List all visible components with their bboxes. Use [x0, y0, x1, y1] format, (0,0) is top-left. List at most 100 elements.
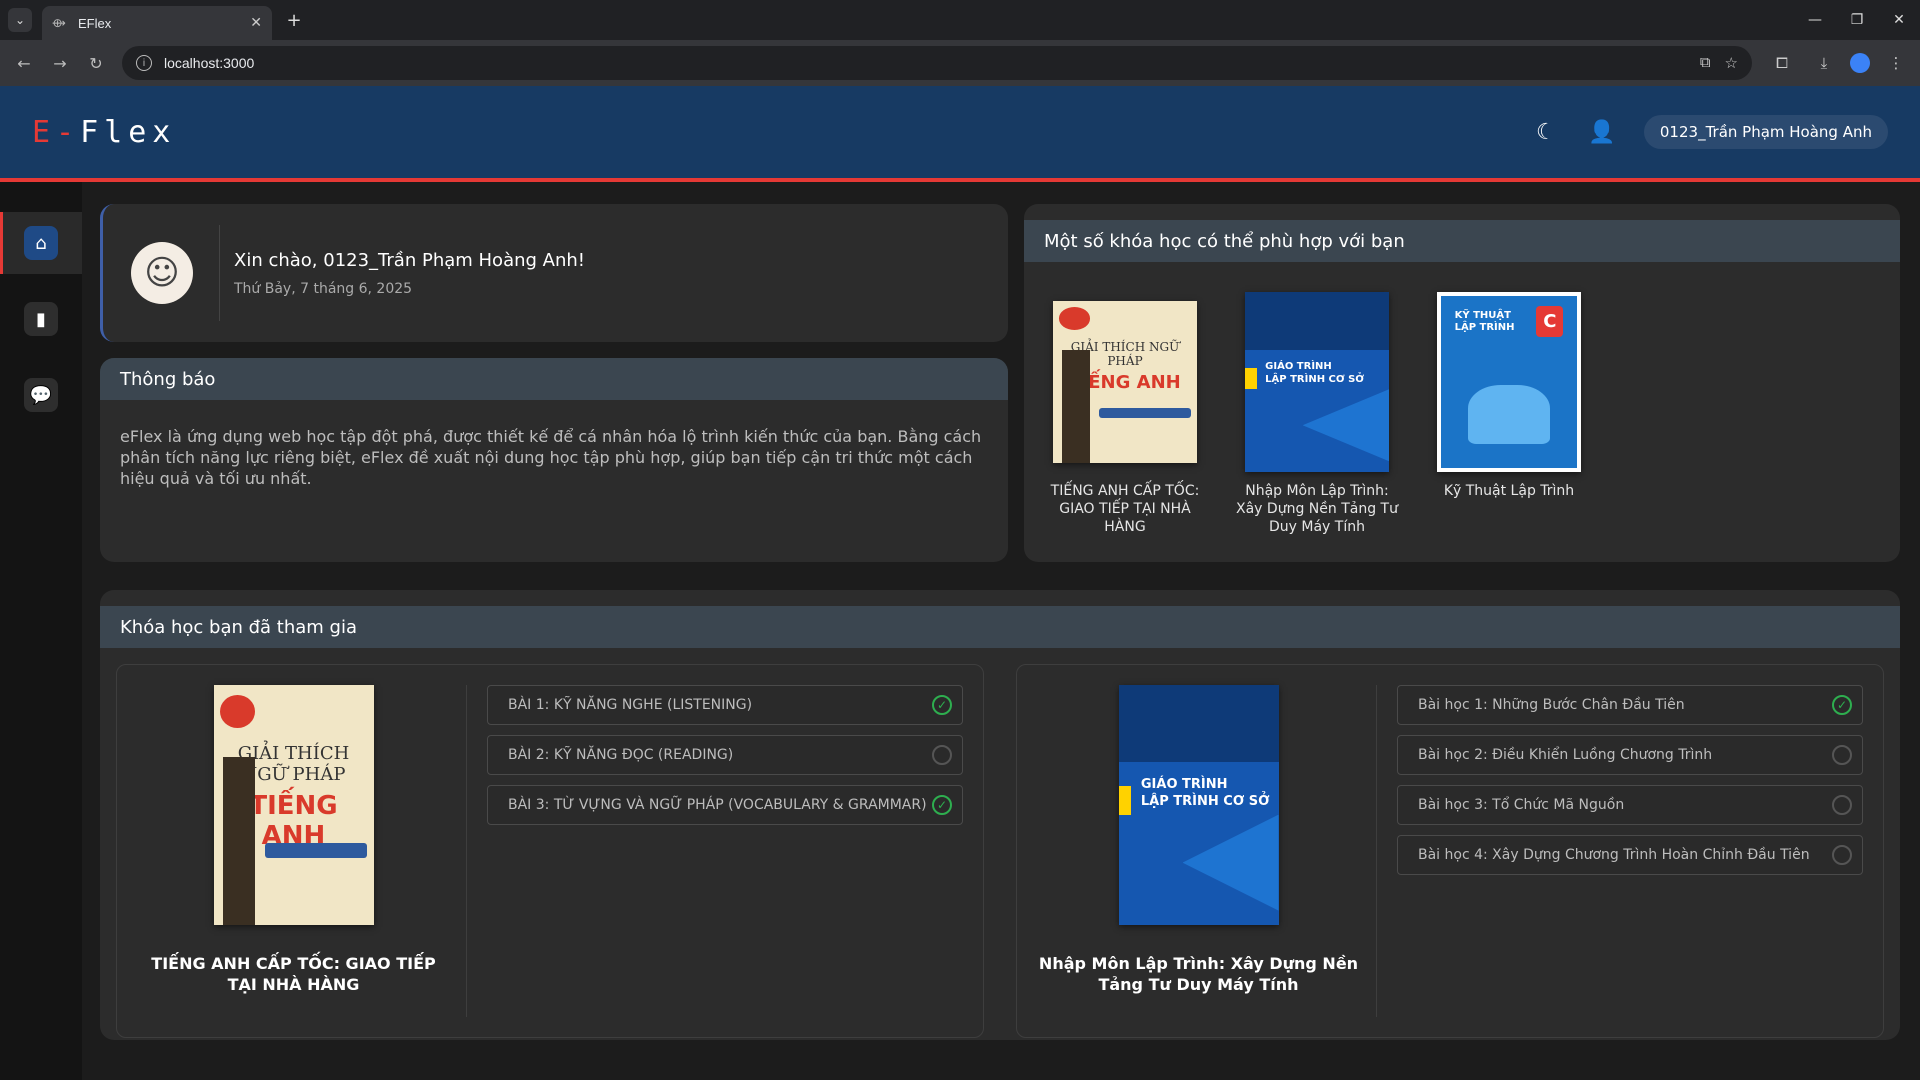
app-header: E-Flex ☾ 👤 0123_Trần Phạm Hoàng Anh — [0, 86, 1920, 182]
lesson-title: BÀI 3: TỪ VỰNG VÀ NGỮ PHÁP (VOCABULARY &… — [508, 797, 927, 813]
download-icon[interactable]: ⤓ — [1808, 47, 1840, 79]
sidebar-item-home[interactable]: ⌂ — [0, 212, 82, 274]
main-content: ☺ Xin chào, 0123_Trần Phạm Hoàng Anh! Th… — [82, 182, 1920, 1080]
chat-icon: 💬 — [24, 378, 58, 412]
cover-title-line1: GIÁO TRÌNH — [1265, 361, 1332, 373]
badge-shape — [219, 694, 256, 729]
cover-top-band — [1245, 292, 1389, 350]
favicon-icon: ⟴ — [52, 16, 66, 30]
bookmark-star-icon[interactable]: ☆ — [1725, 54, 1738, 72]
app-logo[interactable]: E-Flex — [32, 115, 176, 150]
band-shape — [264, 843, 368, 858]
lesson-item[interactable]: BÀI 2: KỸ NĂNG ĐỌC (READING) — [487, 735, 963, 775]
lesson-item[interactable]: BÀI 1: KỸ NĂNG NGHE (LISTENING) ✓ — [487, 685, 963, 725]
tab-title: EFlex — [78, 15, 112, 31]
book-cover-image: KỸ THUẬT LẬP TRÌNH C — [1437, 292, 1581, 472]
course-summary[interactable]: GIẢI THÍCH NGỮ PHÁP TIẾNG ANH TIẾNG ANH … — [137, 685, 467, 1017]
url-text: localhost:3000 — [164, 55, 255, 71]
date-text: Thứ Bảy, 7 tháng 6, 2025 — [234, 280, 413, 297]
browser-toolbar: ← → ↻ i localhost:3000 ⧉ ☆ ⧠ ⤓ ⋮ — [0, 40, 1920, 86]
new-tab-button[interactable]: + — [282, 8, 306, 32]
badge-shape — [1058, 307, 1091, 331]
lesson-item[interactable]: BÀI 3: TỪ VỰNG VÀ NGỮ PHÁP (VOCABULARY &… — [487, 785, 963, 825]
close-window-icon[interactable]: ✕ — [1878, 0, 1920, 40]
cover-title: GIÁO TRÌNH LẬP TRÌNH CƠ SỞ — [1141, 776, 1270, 810]
cover-title-line1: GIÁO TRÌNH — [1140, 777, 1228, 793]
greeting-text: Xin chào, 0123_Trần Phạm Hoàng Anh! — [234, 249, 585, 271]
sidebar: ⌂ ▮ 💬 — [0, 182, 82, 1080]
browser-tab[interactable]: ⟴ EFlex ✕ — [42, 6, 272, 40]
tab-search-button[interactable]: ⌄ — [8, 8, 32, 32]
recommend-course-label: Kỹ Thuật Lập Trình — [1443, 483, 1575, 499]
joined-courses-card: Khóa học bạn đã tham gia GIẢI THÍCH NGỮ … — [100, 590, 1900, 1040]
divider — [219, 225, 220, 321]
tower-shape — [1061, 349, 1091, 463]
lesson-title: Bài học 3: Tổ Chức Mã Nguồn — [1418, 797, 1625, 813]
lesson-title: BÀI 1: KỸ NĂNG NGHE (LISTENING) — [508, 697, 753, 713]
book-cover-image: GIẢI THÍCH NGỮ PHÁP TIẾNG ANH — [213, 685, 374, 925]
recommend-course-programming[interactable]: GIÁO TRÌNH LẬP TRÌNH CƠ SỞ Nhập Môn Lập T… — [1236, 290, 1398, 536]
lesson-item[interactable]: Bài học 3: Tổ Chức Mã Nguồn — [1397, 785, 1863, 825]
lesson-title: BÀI 2: KỸ NĂNG ĐỌC (READING) — [508, 747, 734, 763]
c-logo-icon: C — [1536, 306, 1564, 338]
restore-icon[interactable]: ❐ — [1836, 0, 1878, 40]
robot-shape — [1468, 385, 1550, 444]
c-logo-letter: C — [1543, 311, 1557, 333]
close-tab-icon[interactable]: ✕ — [250, 15, 262, 31]
username-button[interactable]: 0123_Trần Phạm Hoàng Anh — [1643, 115, 1888, 149]
user-icon[interactable]: 👤 — [1588, 118, 1616, 146]
forward-icon[interactable]: → — [44, 47, 76, 79]
address-bar[interactable]: i localhost:3000 ⧉ ☆ — [122, 46, 1752, 80]
logo-prefix: E- — [32, 114, 81, 150]
empty-circle-icon — [932, 745, 952, 765]
lesson-item[interactable]: Bài học 1: Những Bước Chân Đầu Tiên ✓ — [1397, 685, 1863, 725]
lesson-list: Bài học 1: Những Bước Chân Đầu Tiên ✓ Bà… — [1377, 685, 1863, 1017]
recommend-course-english[interactable]: GIẢI THÍCH NGỮ PHÁP TIẾNG ANH TIẾNG ANH … — [1044, 290, 1206, 536]
reload-icon[interactable]: ↻ — [80, 47, 112, 79]
recommend-title: Một số khóa học có thể phù hợp với bạn — [1024, 220, 1900, 262]
notice-body: eFlex là ứng dụng web học tập đột phá, đ… — [120, 427, 982, 488]
book-icon: ▮ — [24, 302, 58, 336]
profile-avatar-icon[interactable] — [1850, 53, 1870, 73]
lesson-item[interactable]: Bài học 2: Điều Khiển Luồng Chương Trình — [1397, 735, 1863, 775]
home-icon: ⌂ — [24, 226, 58, 260]
back-icon[interactable]: ← — [8, 47, 40, 79]
avatar: ☺ — [131, 242, 193, 304]
lesson-title: Bài học 4: Xây Dựng Chương Trình Hoàn Ch… — [1418, 847, 1810, 863]
notice-title: Thông báo — [100, 358, 1008, 400]
joined-course-card: GIÁO TRÌNH LẬP TRÌNH CƠ SỞ Nhập Môn Lập T… — [1016, 664, 1884, 1038]
cover-title-line1: KỸ THUẬT — [1454, 309, 1511, 321]
course-title: Nhập Môn Lập Trình: Xây Dựng Nền Tảng Tư… — [1038, 954, 1359, 994]
sidebar-item-chat[interactable]: 💬 — [0, 364, 82, 426]
more-menu-icon[interactable]: ⋮ — [1880, 47, 1912, 79]
cover-triangle — [1182, 814, 1279, 911]
lesson-item[interactable]: Bài học 4: Xây Dựng Chương Trình Hoàn Ch… — [1397, 835, 1863, 875]
check-circle-icon: ✓ — [932, 795, 952, 815]
recommend-course-kythuat[interactable]: KỸ THUẬT LẬP TRÌNH C Kỹ Thuật Lập Trình — [1428, 290, 1590, 536]
translate-icon[interactable]: ⧉ — [1700, 54, 1711, 72]
lesson-list: BÀI 1: KỸ NĂNG NGHE (LISTENING) ✓ BÀI 2:… — [467, 685, 963, 1017]
lesson-title: Bài học 1: Những Bước Chân Đầu Tiên — [1418, 697, 1685, 713]
sidebar-item-courses[interactable]: ▮ — [0, 288, 82, 350]
cover-title-line2: LẬP TRÌNH CƠ SỞ — [1140, 794, 1270, 810]
site-info-icon[interactable]: i — [136, 55, 152, 71]
cover-triangle — [1302, 389, 1389, 462]
welcome-card: ☺ Xin chào, 0123_Trần Phạm Hoàng Anh! Th… — [100, 204, 1008, 342]
cover-title-line2: LẬP TRÌNH — [1454, 321, 1515, 333]
minimize-icon[interactable]: — — [1794, 0, 1836, 40]
course-summary[interactable]: GIÁO TRÌNH LẬP TRÌNH CƠ SỞ Nhập Môn Lập T… — [1037, 685, 1377, 1017]
cover-accent — [1118, 785, 1132, 815]
dark-mode-moon-icon[interactable]: ☾ — [1532, 118, 1560, 146]
recommend-card: Một số khóa học có thể phù hợp với bạn G… — [1024, 204, 1900, 562]
recommend-course-label: Nhập Môn Lập Trình: Xây Dựng Nền Tảng Tư… — [1236, 483, 1398, 535]
lesson-title: Bài học 2: Điều Khiển Luồng Chương Trình — [1418, 747, 1713, 763]
empty-circle-icon — [1832, 845, 1852, 865]
empty-circle-icon — [1832, 795, 1852, 815]
tower-shape — [223, 757, 256, 925]
extensions-icon[interactable]: ⧠ — [1766, 47, 1798, 79]
course-title: TIẾNG ANH CẤP TỐC: GIAO TIẾP TẠI NHÀ HÀN… — [151, 954, 436, 994]
band-shape — [1099, 407, 1192, 418]
chevron-down-icon: ⌄ — [14, 13, 26, 27]
cover-title-line2: LẬP TRÌNH CƠ SỞ — [1265, 374, 1365, 386]
check-circle-icon: ✓ — [1832, 695, 1852, 715]
